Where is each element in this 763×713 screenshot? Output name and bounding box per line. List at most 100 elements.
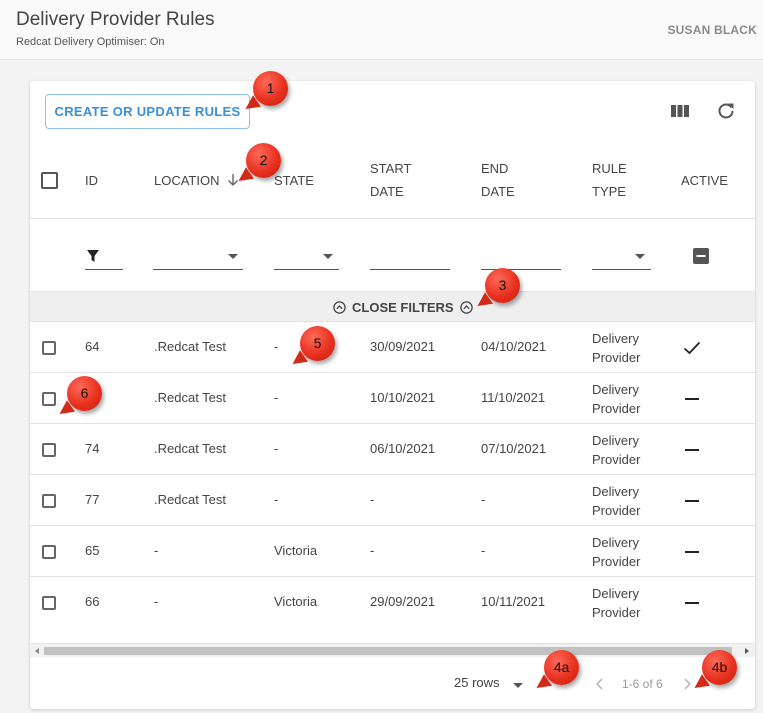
cell-rule-type: Delivery Provider bbox=[592, 380, 640, 418]
cell-start-date: - bbox=[370, 492, 375, 507]
cell-state: Victoria bbox=[274, 594, 318, 609]
cell-location: .Redcat Test bbox=[154, 339, 227, 354]
user-name[interactable]: SUSAN BLACK bbox=[667, 23, 757, 37]
cell-location: .Redcat Test bbox=[154, 390, 227, 405]
cell-state: - bbox=[274, 339, 279, 354]
rule-type-line2: Provider bbox=[592, 503, 641, 518]
scrollbar-thumb[interactable] bbox=[44, 647, 732, 655]
inactive-dash-icon bbox=[685, 398, 699, 400]
cell-id: 64 bbox=[85, 339, 100, 354]
rules-card: CREATE OR UPDATE RULES ID LOCATION STATE… bbox=[30, 81, 755, 709]
cell-rule-type: Delivery Provider bbox=[592, 431, 640, 469]
table-row[interactable]: 74 .Redcat Test - 06/10/2021 07/10/2021 … bbox=[30, 424, 755, 475]
page-range: 1-6 of 6 bbox=[622, 677, 663, 691]
row-checkbox[interactable] bbox=[42, 443, 56, 457]
row-checkbox[interactable] bbox=[42, 494, 56, 508]
rows-per-page-dropdown-icon[interactable] bbox=[513, 683, 523, 688]
cell-id: 77 bbox=[85, 492, 100, 507]
annotation-marker-3: 3 bbox=[485, 268, 520, 303]
rule-type-filter-dropdown-icon[interactable] bbox=[635, 254, 645, 259]
previous-page-icon[interactable] bbox=[595, 678, 605, 690]
table-row[interactable]: 64 .Redcat Test - 30/09/2021 04/10/2021 … bbox=[30, 322, 755, 373]
cell-rule-type: Delivery Provider bbox=[592, 329, 640, 367]
table-row[interactable]: 66 - Victoria 29/09/2021 10/11/2021 Deli… bbox=[30, 577, 755, 643]
rule-type-line1: Delivery bbox=[592, 331, 639, 346]
state-filter-select[interactable] bbox=[274, 269, 339, 270]
marker-label: 1 bbox=[266, 80, 275, 96]
state-filter-dropdown-icon[interactable] bbox=[323, 254, 333, 259]
column-header-state[interactable]: STATE bbox=[274, 169, 314, 192]
start-date-line1: START bbox=[370, 161, 412, 176]
rows-per-page-select[interactable]: 25 rows bbox=[454, 675, 500, 690]
row-checkbox[interactable] bbox=[42, 392, 56, 406]
horizontal-scrollbar[interactable] bbox=[30, 643, 755, 657]
table-row[interactable]: 65 - Victoria - - Delivery Provider bbox=[30, 526, 755, 577]
cell-location: .Redcat Test bbox=[154, 441, 227, 456]
close-filters-label: CLOSE FILTERS bbox=[352, 299, 454, 315]
chevron-up-circle-icon bbox=[333, 300, 346, 314]
page-title: Delivery Provider Rules bbox=[16, 9, 215, 30]
inactive-dash-icon bbox=[685, 449, 699, 451]
cell-start-date: 29/09/2021 bbox=[370, 594, 436, 609]
rows-per-page-label: 25 rows bbox=[454, 675, 500, 690]
inactive-dash-icon bbox=[685, 551, 699, 553]
cell-state: - bbox=[274, 492, 279, 507]
start-date-filter-input[interactable] bbox=[370, 269, 450, 270]
page-subtitle: Redcat Delivery Optimiser: On bbox=[16, 36, 165, 48]
cell-id: 74 bbox=[85, 441, 100, 456]
scroll-left-icon[interactable] bbox=[33, 647, 41, 655]
rule-type-line1: Delivery bbox=[592, 382, 639, 397]
cell-rule-type: Delivery Provider bbox=[592, 482, 640, 520]
marker-label: 5 bbox=[313, 335, 322, 351]
columns-icon[interactable] bbox=[670, 101, 690, 121]
scroll-right-icon[interactable] bbox=[743, 647, 751, 655]
cell-state: - bbox=[274, 441, 279, 456]
checkmark-icon bbox=[683, 341, 701, 355]
column-header-active[interactable]: ACTIVE bbox=[681, 169, 728, 192]
annotation-marker-4b: 4b bbox=[702, 650, 737, 685]
rule-type-line2: Provider bbox=[592, 452, 641, 467]
rule-type-line1: Delivery bbox=[592, 586, 639, 601]
cell-start-date: - bbox=[370, 543, 375, 558]
row-checkbox[interactable] bbox=[42, 341, 56, 355]
start-date-line2: DATE bbox=[370, 184, 404, 199]
location-filter-dropdown-icon[interactable] bbox=[228, 254, 238, 259]
app-header: Delivery Provider Rules Redcat Delivery … bbox=[0, 0, 763, 60]
cell-location: - bbox=[154, 543, 159, 558]
create-or-update-rules-button[interactable]: CREATE OR UPDATE RULES bbox=[45, 94, 250, 129]
rule-type-line2: Provider bbox=[592, 554, 641, 569]
select-all-checkbox[interactable] bbox=[41, 172, 58, 189]
rule-type-line1: Delivery bbox=[592, 535, 639, 550]
close-filters-button[interactable]: CLOSE FILTERS bbox=[333, 299, 473, 315]
filter-icon[interactable] bbox=[86, 249, 100, 263]
rule-type-filter-select[interactable] bbox=[592, 269, 651, 270]
active-filter-indeterminate-checkbox[interactable] bbox=[693, 248, 709, 264]
column-header-location-label: LOCATION bbox=[154, 173, 220, 188]
cell-end-date: 07/10/2021 bbox=[481, 441, 547, 456]
row-checkbox[interactable] bbox=[42, 596, 56, 610]
rule-type-line1: Delivery bbox=[592, 433, 639, 448]
rule-type-line2: Provider bbox=[592, 350, 641, 365]
location-filter-select[interactable] bbox=[153, 269, 243, 270]
pagination-bar: 25 rows 1-6 of 6 bbox=[30, 658, 755, 709]
cell-start-date: 30/09/2021 bbox=[370, 339, 436, 354]
column-header-start-date[interactable]: START DATE bbox=[370, 157, 411, 203]
id-filter-input[interactable] bbox=[85, 269, 123, 270]
cell-end-date: - bbox=[481, 543, 486, 558]
marker-label: 3 bbox=[498, 277, 507, 293]
column-header-id[interactable]: ID bbox=[85, 169, 98, 192]
annotation-marker-4a: 4a bbox=[544, 650, 579, 685]
cell-end-date: - bbox=[481, 492, 486, 507]
inactive-dash-icon bbox=[685, 602, 699, 604]
next-page-icon[interactable] bbox=[682, 678, 692, 690]
table-header: ID LOCATION STATE START DATE END DATE RU… bbox=[30, 143, 755, 219]
refresh-icon[interactable] bbox=[716, 101, 736, 121]
table-row[interactable]: 77 .Redcat Test - - - Delivery Provider bbox=[30, 475, 755, 526]
row-checkbox[interactable] bbox=[42, 545, 56, 559]
annotation-marker-2: 2 bbox=[246, 143, 281, 178]
table-row[interactable]: 67 .Redcat Test - 10/10/2021 11/10/2021 … bbox=[30, 373, 755, 424]
marker-label: 2 bbox=[259, 152, 268, 168]
column-header-end-date[interactable]: END DATE bbox=[481, 157, 515, 203]
column-header-location[interactable]: LOCATION bbox=[154, 169, 239, 192]
column-header-rule-type[interactable]: RULE TYPE bbox=[592, 157, 627, 203]
